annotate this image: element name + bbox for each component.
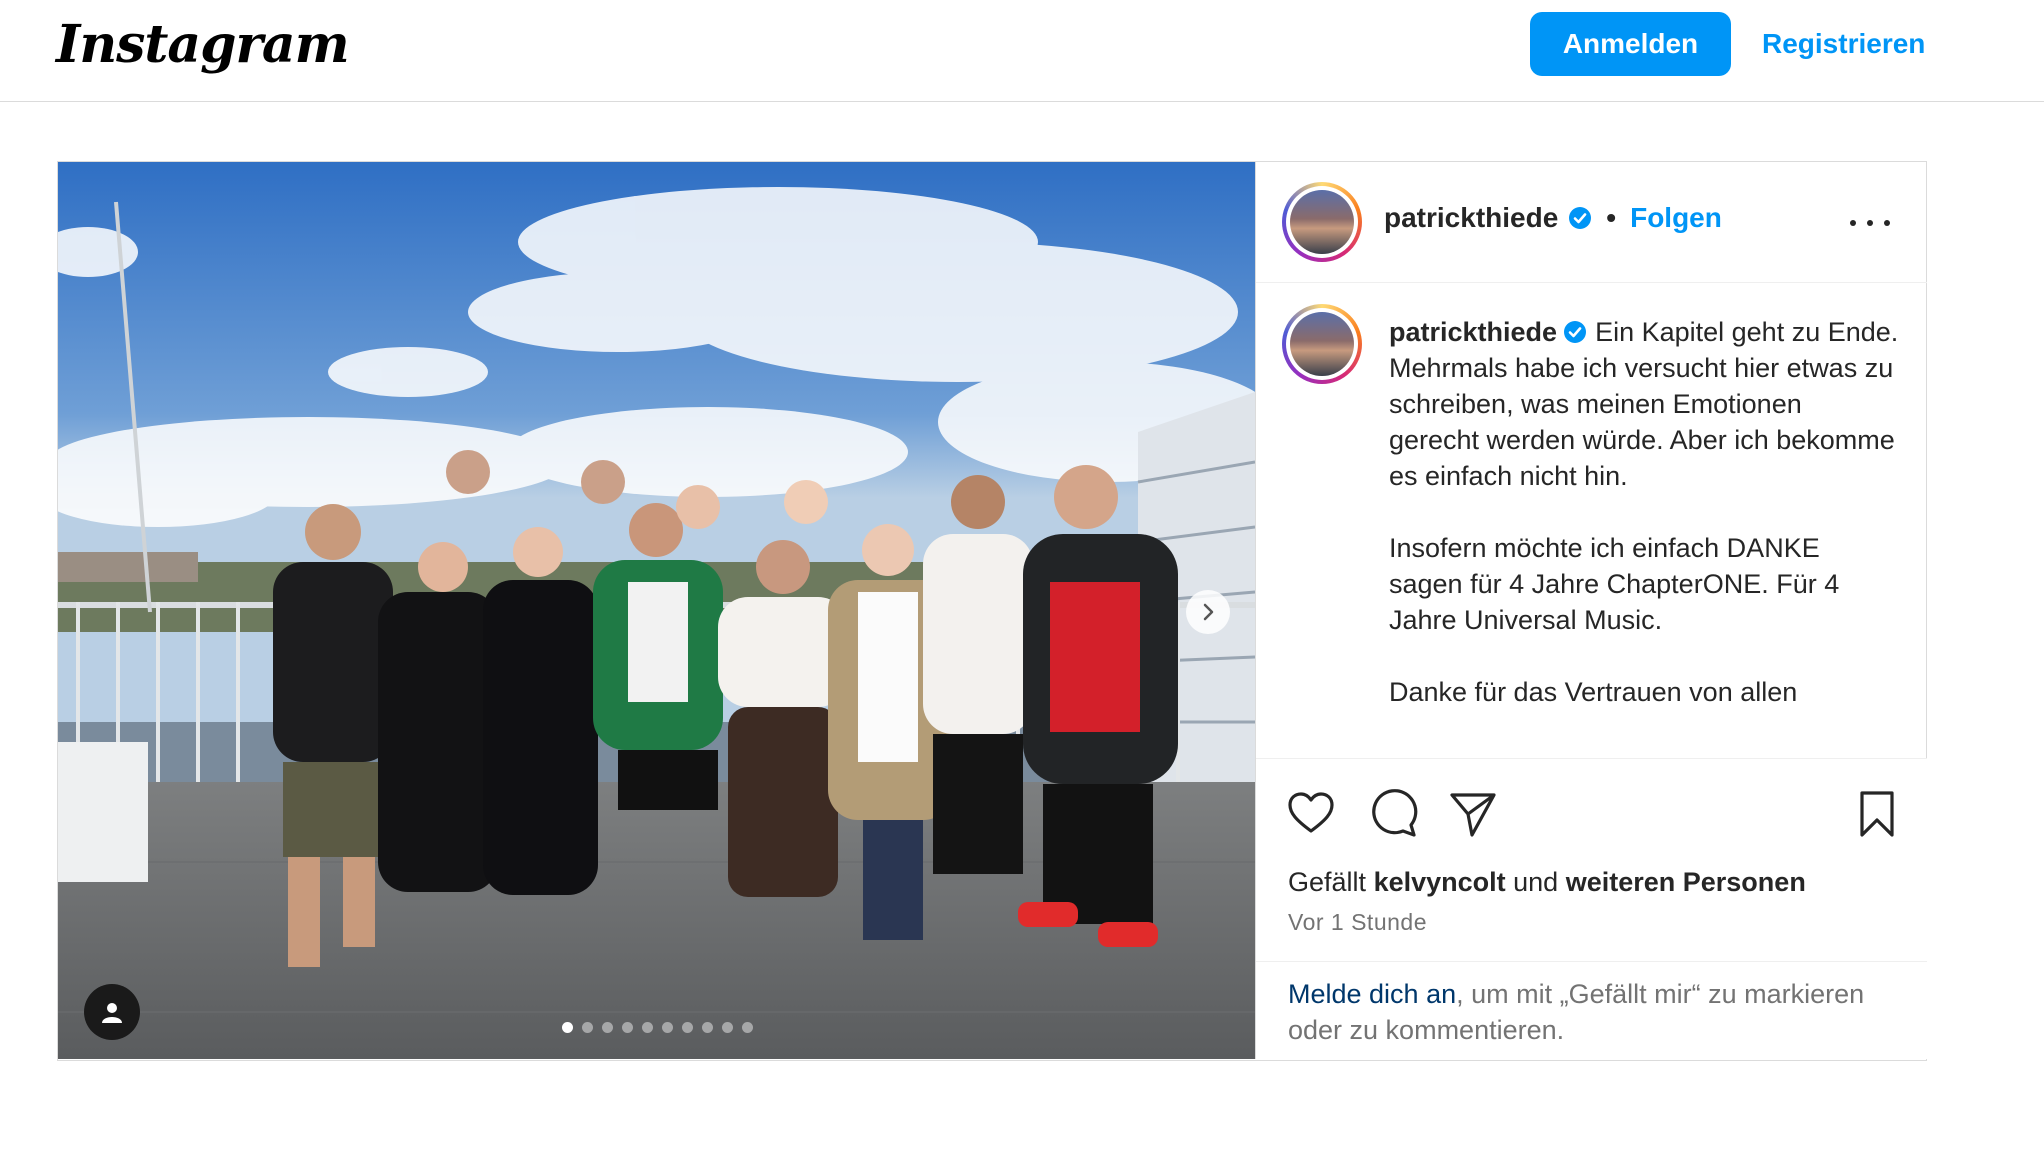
more-icon[interactable] [1850,208,1890,238]
caption-paragraph: Danke für das Vertrauen von allen [1389,677,1798,707]
group-photo [58,162,1255,1059]
post-actions: Gefällt kelvyncolt und weiteren Personen… [1256,758,1927,1059]
post-timestamp[interactable]: Vor 1 Stunde [1288,909,1427,936]
carousel-dot [722,1022,733,1033]
user-tag-icon [102,1003,122,1023]
likes-summary: Gefällt kelvyncolt und weiteren Personen [1288,867,1806,898]
carousel-dot [562,1022,573,1033]
carousel-dot [622,1022,633,1033]
caption-text: patrickthiede Ein Kapitel geht zu Ende. M… [1389,314,1899,746]
top-bar: Instagram Anmelden Registrieren [0,0,2044,102]
follow-button[interactable]: Folgen [1630,202,1722,234]
verified-badge-icon [1569,207,1592,229]
heart-icon[interactable] [1286,789,1336,839]
chevron-right-icon [1203,603,1214,621]
likes-middle: und [1513,867,1559,897]
author-username[interactable]: patrickthiede [1384,202,1558,234]
verified-badge-icon [1564,321,1587,343]
carousel-dot [602,1022,613,1033]
login-link[interactable]: Melde dich an [1288,979,1456,1009]
carousel-dot [662,1022,673,1033]
post-card: patrickthiede • Folgen patrickthiede Ein … [57,161,1927,1061]
login-prompt: Melde dich an, um mit „Gefällt mir“ zu m… [1256,961,1927,1060]
carousel-dot [702,1022,713,1033]
carousel-dot [582,1022,593,1033]
likes-others[interactable]: weiteren Personen [1566,867,1806,897]
carousel-dot [742,1022,753,1033]
liked-by-user[interactable]: kelvyncolt [1374,867,1506,897]
post-header: patrickthiede • Folgen [1256,162,1927,283]
login-prompt-text: Melde dich an, um mit „Gefällt mir“ zu m… [1288,976,1888,1048]
post-image[interactable] [58,162,1255,1059]
user-tags-button[interactable] [84,984,140,1040]
carousel-next-button[interactable] [1186,590,1230,634]
caption-paragraph: Insofern möchte ich einfach DANKE sagen … [1389,533,1840,635]
caption-username[interactable]: patrickthiede [1389,317,1557,347]
carousel-dots [562,1022,753,1033]
share-icon[interactable] [1448,789,1498,839]
post-side-panel: patrickthiede • Folgen patrickthiede Ein … [1255,162,1927,1059]
login-button[interactable]: Anmelden [1530,12,1731,76]
carousel-dot [682,1022,693,1033]
likes-prefix: Gefällt [1288,867,1367,897]
avatar[interactable] [1282,182,1362,262]
register-button[interactable]: Registrieren [1750,12,1937,76]
instagram-logo[interactable]: Instagram [56,14,350,75]
carousel-dot [642,1022,653,1033]
separator: • [1606,202,1617,233]
comment-icon[interactable] [1368,789,1418,839]
caption-avatar[interactable] [1282,304,1362,384]
bookmark-icon[interactable] [1852,789,1902,839]
post-author: patrickthiede • Folgen [1384,202,1722,234]
